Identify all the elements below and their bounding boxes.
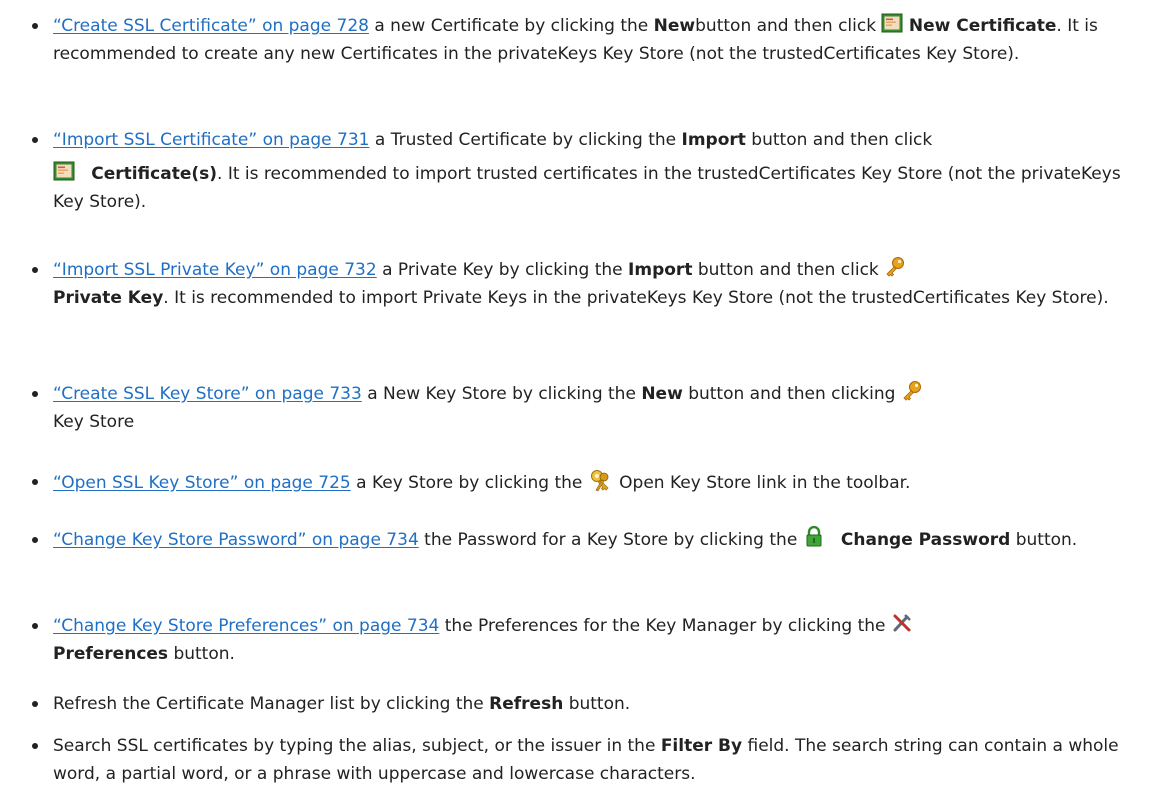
bullet [32,479,38,485]
list-item: “Open SSL Key Store” on page 725 a Key S… [32,468,1143,497]
bold-text: Refresh [489,694,564,714]
text: Search SSL certificates by typing the al… [53,736,661,756]
keys-icon [588,468,614,494]
bullet [32,743,38,749]
certificate-icon [881,12,903,34]
link-create-ssl-key-store[interactable]: “Create SSL Key Store” on page 733 [53,384,362,404]
text: a Private Key by clicking the [376,260,629,280]
text: Key Store [53,412,135,432]
text: button. [1010,530,1078,550]
bullet [32,267,38,273]
bold-text: Import [628,260,693,280]
certificate-icon [53,160,75,182]
bold-text: Change Password [840,530,1011,550]
bold-text: New Certificate [908,16,1057,36]
bullet [32,537,38,543]
bullet [32,623,38,629]
list-item: “Change Key Store Preferences” on page 7… [32,612,1143,668]
list-item: “Import SSL Private Key” on page 732 a P… [32,256,1143,312]
key-icon [884,256,906,278]
link-change-key-store-preferences[interactable]: “Change Key Store Preferences” on page 7… [53,616,439,636]
text: the Password for a Key Store by clicking… [418,530,803,550]
bold-text: New [641,384,683,404]
list-item: “Change Key Store Password” on page 734 … [32,526,1143,554]
link-import-ssl-certificate[interactable]: “Import SSL Certificate” on page 731 [53,130,370,150]
link-change-key-store-password[interactable]: “Change Key Store Password” on page 734 [53,530,419,550]
tools-icon [891,612,913,634]
text: button and then click [745,130,933,150]
text: a New Key Store by clicking the [361,384,642,404]
list-item: “Import SSL Certificate” on page 731 a T… [32,126,1143,216]
list-item: “Create SSL Key Store” on page 733 a New… [32,380,1143,436]
bullet [32,137,38,143]
bold-text: Private Key [53,288,164,308]
text: . It is recommended to import Private Ke… [163,288,1109,308]
text: the Preferences for the Key Manager by c… [439,616,891,636]
bold-text: New [653,16,696,36]
list-item: “Create SSL Certificate” on page 728 a n… [32,12,1143,68]
lock-icon [803,526,825,548]
bold-text: Filter By [660,736,743,756]
key-icon [901,380,923,402]
text: Open Key Store link in the toolbar. [613,473,911,493]
link-open-ssl-key-store[interactable]: “Open SSL Key Store” on page 725 [53,473,351,493]
bullet [32,701,38,707]
bullet [32,391,38,397]
text: a new Certificate by clicking the [368,16,654,36]
link-import-ssl-private-key[interactable]: “Import SSL Private Key” on page 732 [53,260,377,280]
text: button. [168,644,235,664]
text: button and then click [692,260,885,280]
text: button. [563,694,631,714]
bullet [32,23,38,29]
text: button and then clicking [682,384,901,404]
text: button and then click [695,16,882,36]
text: a Trusted Certificate by clicking the [369,130,682,150]
bold-text: Import [681,130,746,150]
bold-text: Preferences [53,644,169,664]
bold-text: Certificate(s) [91,164,218,184]
link-create-ssl-certificate[interactable]: “Create SSL Certificate” on page 728 [53,16,369,36]
text: a Key Store by clicking the [350,473,588,493]
text: Refresh the Certificate Manager list by … [53,694,490,714]
list-item: Refresh the Certificate Manager list by … [32,690,1143,718]
